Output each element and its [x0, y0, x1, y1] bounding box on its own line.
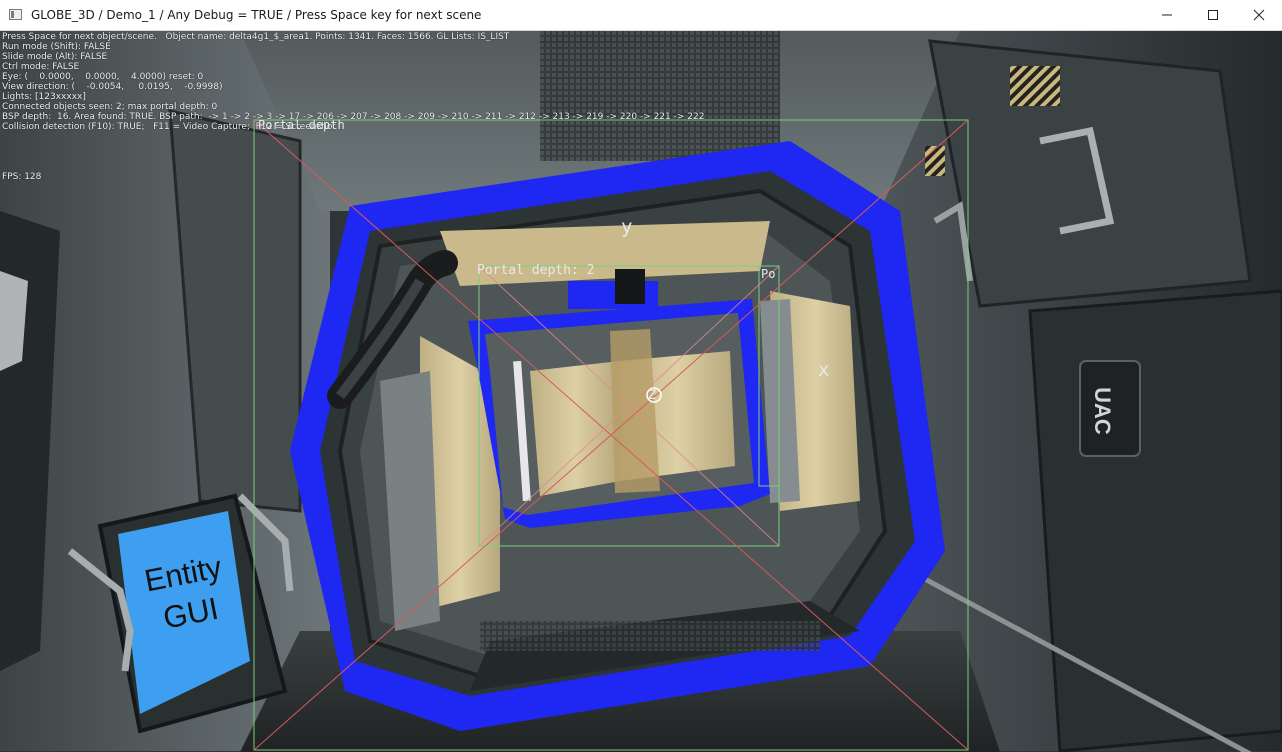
uac-logo: UAC [1090, 387, 1115, 435]
hud-line-view-direction: View direction: ( -0.0054, 0.0195, -0.99… [2, 82, 223, 92]
inner-room-left-panel [530, 361, 620, 496]
maximize-icon [1208, 10, 1218, 20]
hud-line-collision: Collision detection (F10): TRUE; F11 = V… [2, 122, 336, 132]
hud-line-bsp: BSP depth: 16. Area found: TRUE. BSP pat… [2, 112, 705, 122]
debug-hud: Press Space for next object/scene. Objec… [2, 32, 704, 182]
close-icon [1253, 9, 1265, 21]
minimize-button[interactable] [1144, 0, 1190, 30]
hud-line-connected-objects: Connected objects seen: 2; max portal de… [2, 102, 218, 112]
hud-fps: FPS: 128 [2, 172, 42, 182]
hud-line-ctrl-mode: Ctrl mode: FALSE [2, 62, 80, 72]
portal-depth-label-outer: Portal depth [258, 118, 345, 132]
app-window-icon [9, 9, 22, 20]
floor-grate [480, 621, 820, 651]
axis-z-label: z [647, 384, 658, 404]
right-cabinet [928, 39, 1252, 308]
app-window: GLOBE_3D / Demo_1 / Any Debug = TRUE / P… [0, 0, 1282, 752]
hud-line-lights: Lights: [123xxxxx] [2, 92, 86, 102]
hud-line-object: Press Space for next object/scene. Objec… [2, 32, 510, 42]
title-bar[interactable]: GLOBE_3D / Demo_1 / Any Debug = TRUE / P… [0, 0, 1282, 31]
portal-depth-label: Portal depth: 2 [477, 263, 595, 278]
minimize-icon [1162, 14, 1172, 16]
right-door-panel [1028, 289, 1282, 752]
hud-line-slide-mode: Slide mode (Alt): FALSE [2, 52, 108, 62]
portal-depth-label-small: Po [761, 267, 776, 281]
close-button[interactable] [1236, 0, 1282, 30]
inner-ceiling-device [615, 269, 645, 304]
hud-line-eye: Eye: ( 0.0000, 0.0000, 4.0000) reset: 0 [2, 72, 204, 82]
maximize-button[interactable] [1190, 0, 1236, 30]
window-title: GLOBE_3D / Demo_1 / Any Debug = TRUE / P… [31, 8, 482, 22]
hazard-stripe-small [925, 146, 945, 176]
hazard-stripe [1010, 66, 1060, 106]
axis-x-label: x [818, 359, 830, 381]
hud-line-run-mode: Run mode (Shift): FALSE [2, 42, 111, 52]
3d-viewport[interactable]: UAC Press Space for next object/scene. O… [0, 31, 1282, 752]
axis-y-label: y [621, 216, 633, 238]
